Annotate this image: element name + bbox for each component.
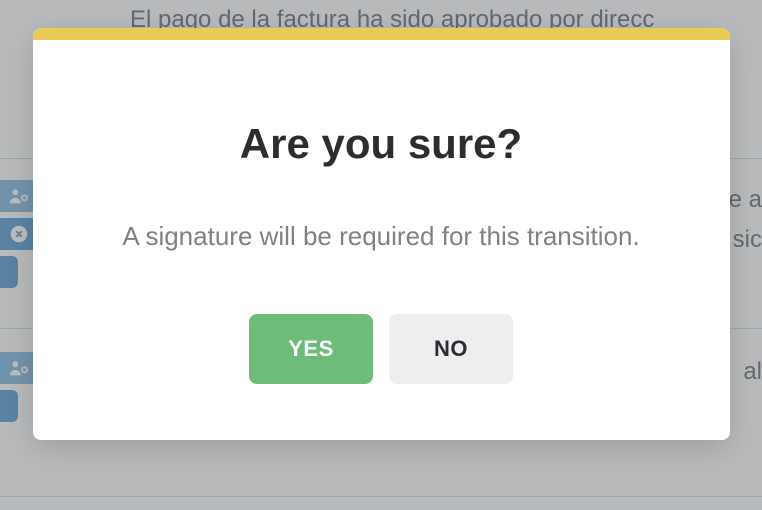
modal-title: Are you sure? (93, 120, 670, 168)
modal-actions: YES NO (93, 314, 670, 384)
modal-message: A signature will be required for this tr… (93, 216, 670, 256)
no-button[interactable]: NO (389, 314, 513, 384)
modal-overlay: Are you sure? A signature will be requir… (0, 0, 762, 510)
modal-body: Are you sure? A signature will be requir… (33, 40, 730, 440)
yes-button[interactable]: YES (249, 314, 373, 384)
confirmation-modal: Are you sure? A signature will be requir… (33, 28, 730, 440)
modal-accent-bar (33, 28, 730, 40)
